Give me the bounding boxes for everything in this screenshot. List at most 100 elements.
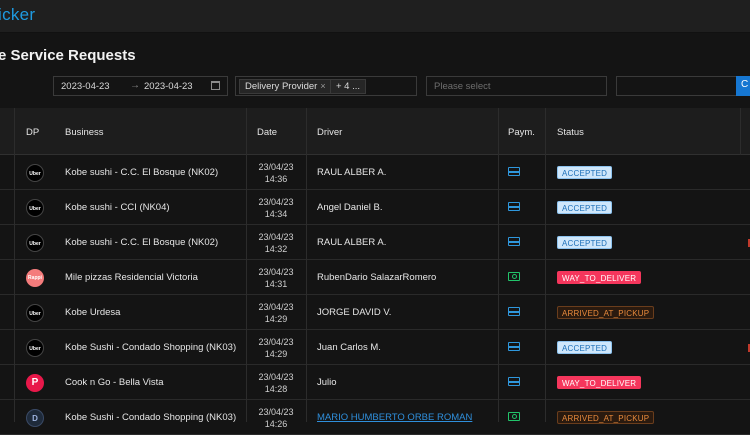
column-divider — [498, 108, 499, 422]
header-dp[interactable]: DP — [26, 108, 39, 155]
date-time: 14:29 — [264, 349, 288, 359]
more-tag[interactable]: + 4 ... — [330, 79, 367, 94]
provider-logo-icon: Rappi — [26, 269, 44, 287]
driver-label: Angel Daniel B. — [317, 202, 383, 213]
date-time: 14:31 — [264, 279, 288, 289]
provider-tag: Delivery Provider × — [239, 79, 332, 94]
app-brand[interactable]: icker — [0, 5, 35, 25]
table-row[interactable]: Uber Kobe sushi - C.C. El Bosque (NK02) 23… — [0, 155, 750, 190]
driver-name: JORGE DAVID V. — [317, 295, 391, 330]
provider-logo-icon: Uber — [26, 304, 44, 322]
filter-bar: 2023-04-23 → 2023-04-23 Delivery Provide… — [0, 76, 750, 96]
request-date: 23/04/23 14:34 — [258, 190, 294, 225]
provider-multiselect[interactable]: Delivery Provider × + 4 ... — [235, 76, 417, 96]
provider-logo-icon: Uber — [26, 234, 44, 252]
driver-name: RubenDario SalazarRomero — [317, 260, 436, 295]
business-name: Kobe Urdesa — [65, 307, 121, 318]
card-icon — [508, 237, 520, 246]
status-badge: ACCEPTED — [557, 201, 613, 214]
provider-logo-icon: D — [26, 409, 44, 427]
date-day: 23/04/23 — [258, 337, 294, 347]
card-icon — [508, 377, 520, 386]
driver-label[interactable]: MARIO HUMBERTO ORBE ROMAN — [317, 412, 472, 423]
date-day: 23/04/23 — [258, 407, 294, 417]
table-row[interactable]: Uber Kobe Sushi - Condado Shopping (NK03)… — [0, 330, 750, 365]
cash-icon — [508, 272, 520, 281]
driver-label: JORGE DAVID V. — [317, 307, 392, 318]
provider-logo-icon: Uber — [26, 164, 44, 182]
table-row[interactable]: D Kobe Sushi - Condado Shopping (NK03) 23/… — [0, 400, 750, 435]
request-date: 23/04/23 14:29 — [258, 295, 294, 330]
header-payment[interactable]: Paym. — [508, 108, 535, 155]
driver-label: RAUL ALBER A. — [317, 167, 387, 178]
date-day: 23/04/23 — [258, 162, 294, 172]
provider-logo-icon: Uber — [26, 199, 44, 217]
date-time: 14:26 — [264, 419, 288, 429]
request-date: 23/04/23 14:29 — [258, 330, 294, 365]
business-name: Kobe Sushi - Condado Shopping (NK03) — [65, 342, 237, 353]
arrow-right-icon: → — [130, 80, 140, 91]
request-date: 23/04/23 14:32 — [258, 225, 294, 260]
request-date: 23/04/23 14:28 — [258, 365, 294, 400]
provider-tag-label: Delivery Provider — [245, 81, 318, 92]
card-icon — [508, 202, 520, 211]
status-badge: WAY_TO_DELIVER — [557, 271, 642, 284]
table-row[interactable]: P Cook n Go - Bella Vista 23/04/23 14:28 Jul… — [0, 365, 750, 400]
date-day: 23/04/23 — [258, 197, 294, 207]
request-date: 23/04/23 14:31 — [258, 260, 294, 295]
date-day: 23/04/23 — [258, 302, 294, 312]
provider-logo-icon: P — [26, 374, 44, 392]
provider-logo-icon: Uber — [26, 339, 44, 357]
status-badge: ARRIVED_AT_PICKUP — [557, 411, 655, 424]
driver-name: Julio — [317, 365, 337, 400]
date-time: 14:36 — [264, 174, 288, 184]
business-name: Mile pizzas Residencial Victoria — [65, 272, 198, 283]
card-icon — [508, 342, 520, 351]
cash-icon — [508, 412, 520, 421]
header-date[interactable]: Date — [257, 108, 277, 155]
date-to[interactable]: 2023-04-23 — [144, 81, 193, 92]
driver-label: Juan Carlos M. — [317, 342, 381, 353]
status-badge: ACCEPTED — [557, 166, 613, 179]
date-day: 23/04/23 — [258, 267, 294, 277]
date-time: 14:34 — [264, 209, 288, 219]
table-row[interactable]: Uber Kobe Urdesa 23/04/23 14:29 JORGE DAVID … — [0, 295, 750, 330]
business-name: Cook n Go - Bella Vista — [65, 377, 164, 388]
filter-select[interactable]: Please select — [426, 76, 607, 96]
driver-name[interactable]: MARIO HUMBERTO ORBE ROMAN — [317, 400, 472, 435]
date-day: 23/04/23 — [258, 372, 294, 382]
date-from[interactable]: 2023-04-23 — [61, 81, 110, 92]
date-time: 14:32 — [264, 244, 288, 254]
header-status[interactable]: Status — [557, 108, 584, 155]
table-row[interactable]: Uber Kobe sushi - C.C. El Bosque (NK02) 23… — [0, 225, 750, 260]
driver-name: RAUL ALBER A. — [317, 225, 386, 260]
calendar-icon[interactable] — [211, 81, 220, 90]
card-icon — [508, 167, 520, 176]
date-time: 14:28 — [264, 384, 288, 394]
column-divider — [740, 108, 741, 155]
close-icon[interactable]: × — [320, 81, 325, 91]
driver-name: Angel Daniel B. — [317, 190, 382, 225]
status-badge: WAY_TO_DELIVER — [557, 376, 642, 389]
column-divider — [306, 108, 307, 422]
driver-label: RubenDario SalazarRomero — [317, 272, 437, 283]
column-divider — [545, 108, 546, 422]
driver-label: Julio — [317, 377, 337, 388]
status-badge: ARRIVED_AT_PICKUP — [557, 306, 655, 319]
table-header: DP Business Date Driver Paym. Status — [0, 108, 750, 155]
search-input[interactable] — [616, 76, 736, 96]
card-icon — [508, 307, 520, 316]
header-business[interactable]: Business — [65, 108, 104, 155]
date-time: 14:29 — [264, 314, 288, 324]
column-divider — [246, 108, 247, 422]
business-name: Kobe sushi - C.C. El Bosque (NK02) — [65, 237, 219, 248]
status-badge: ACCEPTED — [557, 236, 613, 249]
page-title: e Service Requests — [0, 47, 136, 64]
search-button[interactable]: C — [736, 76, 750, 96]
driver-name: Juan Carlos M. — [317, 330, 381, 365]
table-row[interactable]: Uber Kobe sushi - CCI (NK04) 23/04/23 14:34… — [0, 190, 750, 225]
header-driver[interactable]: Driver — [317, 108, 342, 155]
date-range-picker[interactable]: 2023-04-23 → 2023-04-23 — [53, 76, 228, 96]
table-row[interactable]: Rappi Mile pizzas Residencial Victoria 23/… — [0, 260, 750, 295]
driver-label: RAUL ALBER A. — [317, 237, 387, 248]
